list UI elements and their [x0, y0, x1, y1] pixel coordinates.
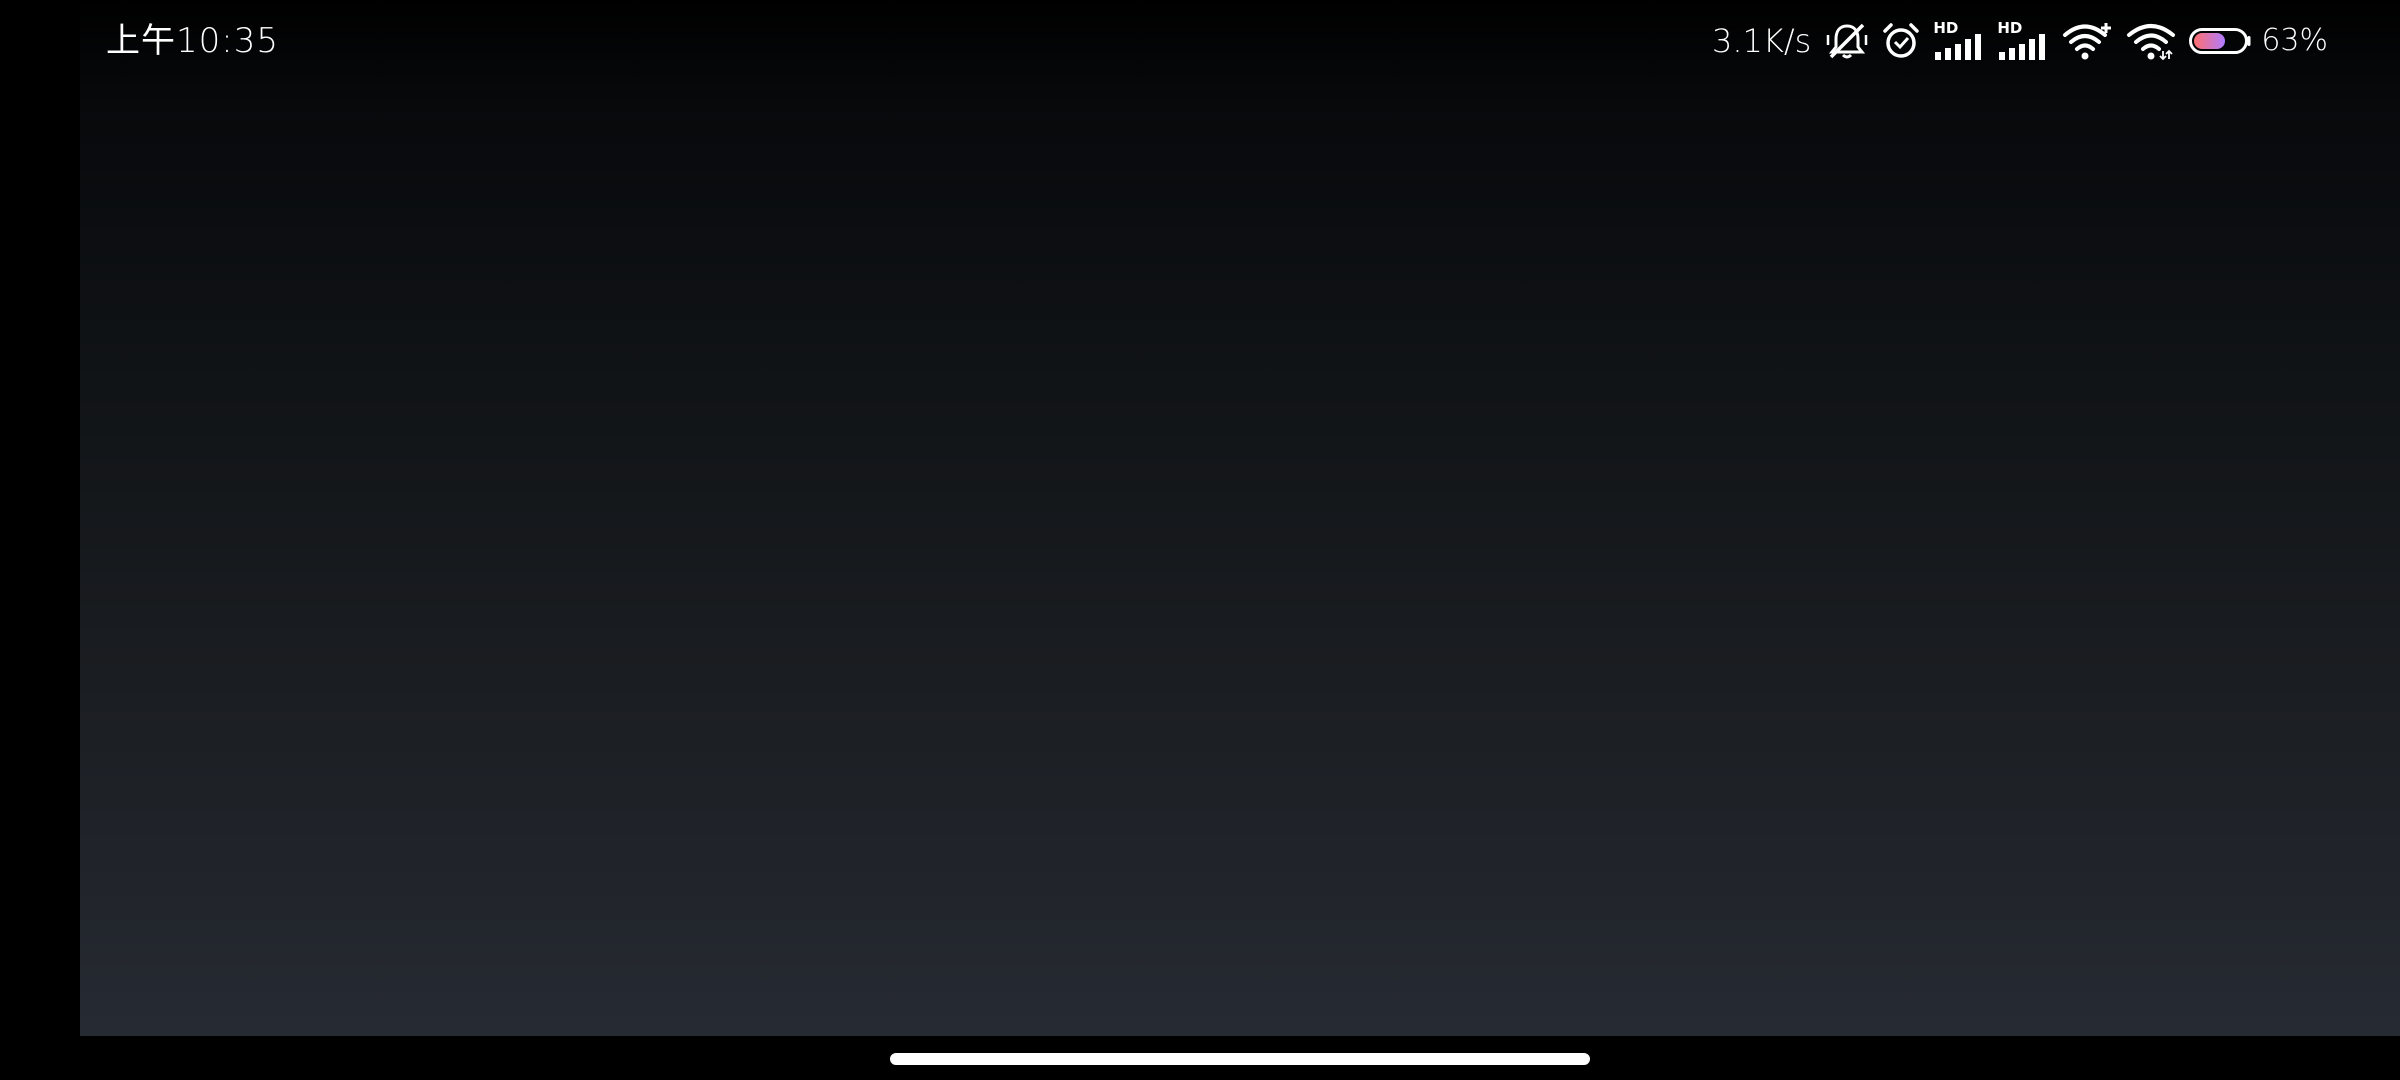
wifi-icon — [2125, 18, 2177, 64]
network-speed: 3.1K/s — [1711, 22, 1812, 60]
battery-percent: 63% — [2261, 23, 2328, 58]
gesture-navigation-handle[interactable] — [890, 1053, 1590, 1065]
status-icons: 3.1K/s HD HD 63% — [1712, 18, 2328, 64]
status-time: 上午10:35 — [106, 21, 279, 61]
app-content-area — [80, 0, 2400, 1036]
battery-fill — [2194, 33, 2226, 49]
hd-cellular-signal-icon: HD — [1997, 18, 2049, 64]
notifications-muted-icon — [1825, 18, 1869, 64]
battery-icon — [2189, 18, 2251, 64]
alarm-icon — [1881, 18, 1921, 64]
wifi-plus-icon — [2061, 18, 2113, 64]
status-bar: 上午10:35 3.1K/s HD HD 63% — [0, 0, 2400, 80]
hd-cellular-signal-icon: HD — [1933, 18, 1985, 64]
